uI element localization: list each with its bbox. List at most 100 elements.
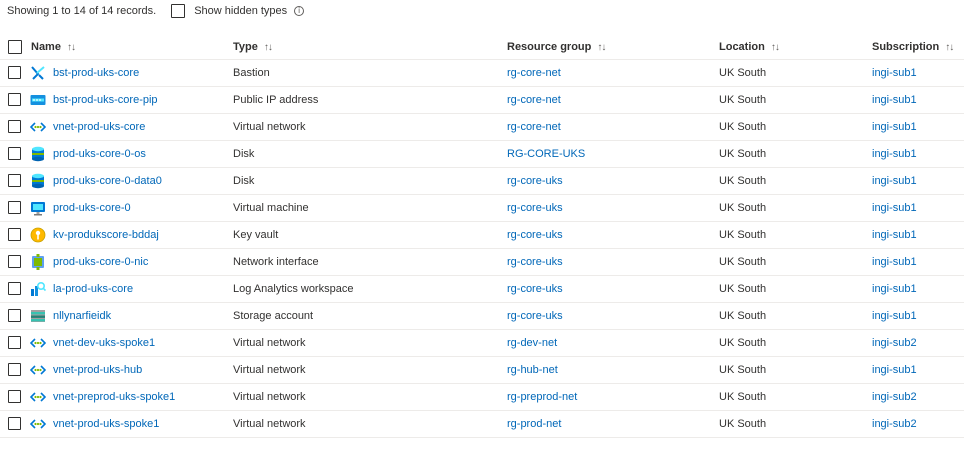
subscription-link[interactable]: ingi-sub2: [872, 330, 917, 356]
subscription-link[interactable]: ingi-sub1: [872, 60, 917, 86]
select-all-checkbox[interactable]: [8, 40, 22, 54]
row-checkbox[interactable]: [8, 228, 21, 241]
subscription-link[interactable]: ingi-sub2: [872, 384, 917, 410]
sort-icon[interactable]: ↑↓: [264, 42, 273, 53]
subscription-link[interactable]: ingi-sub1: [872, 357, 917, 383]
table-header: Name ↑↓ Type ↑↓ Resource group ↑↓ Locati…: [0, 35, 964, 60]
table-row[interactable]: vnet-prod-uks-hub Virtual network rg-hub-n…: [0, 357, 964, 384]
sort-icon[interactable]: ↑↓: [597, 42, 606, 53]
resource-name-link[interactable]: vnet-prod-uks-spoke1: [53, 411, 159, 437]
resource-name-link[interactable]: vnet-dev-uks-spoke1: [53, 330, 155, 356]
row-checkbox[interactable]: [8, 147, 21, 160]
vnet-icon: [29, 416, 47, 432]
row-checkbox[interactable]: [8, 390, 21, 403]
show-hidden-types-checkbox[interactable]: [171, 4, 186, 18]
resource-group-text: rg-core-uks: [507, 310, 563, 322]
table-row[interactable]: kv-produkscore-bddaj Key vault rg-core-uks…: [0, 222, 964, 249]
resource-name-link[interactable]: vnet-prod-uks-hub: [53, 357, 142, 383]
resource-group-link[interactable]: rg-preprod-net: [507, 384, 577, 410]
subscription-link[interactable]: ingi-sub1: [872, 195, 917, 221]
sort-icon[interactable]: ↑↓: [945, 42, 954, 53]
subscription-link[interactable]: ingi-sub1: [872, 222, 917, 248]
resource-name-link[interactable]: la-prod-uks-core: [53, 276, 133, 302]
table-row[interactable]: bst-prod-uks-core-pip Public IP address rg…: [0, 87, 964, 114]
resource-name-text: vnet-prod-uks-spoke1: [53, 418, 160, 430]
table-row[interactable]: bst-prod-uks-core Bastion rg-core-net UK So…: [0, 60, 964, 87]
resource-group-link[interactable]: rg-core-net: [507, 114, 561, 140]
row-checkbox[interactable]: [8, 174, 21, 187]
resource-group-link[interactable]: rg-core-net: [507, 60, 561, 86]
subscription-text: ingi-sub1: [872, 175, 917, 187]
table-row[interactable]: la-prod-uks-core Log Analytics workspace r…: [0, 276, 964, 303]
subscription-link[interactable]: ingi-sub1: [872, 114, 917, 140]
resource-name-link[interactable]: prod-uks-core-0-nic: [53, 249, 148, 275]
subscription-text: ingi-sub1: [872, 202, 917, 214]
resource-group-link[interactable]: rg-core-uks: [507, 249, 563, 275]
row-checkbox[interactable]: [8, 363, 21, 376]
resource-group-link[interactable]: RG-CORE-UKS: [507, 141, 585, 167]
subscription-link[interactable]: ingi-sub1: [872, 168, 917, 194]
info-icon[interactable]: i: [294, 6, 305, 16]
resource-name-link[interactable]: vnet-prod-uks-core: [53, 114, 145, 140]
row-checkbox[interactable]: [8, 93, 21, 106]
resource-name-text: prod-uks-core-0-nic: [53, 256, 149, 268]
table-row[interactable]: vnet-prod-uks-spoke1 Virtual network rg-pr…: [0, 411, 964, 438]
row-checkbox[interactable]: [8, 255, 21, 268]
subscription-link[interactable]: ingi-sub1: [872, 141, 917, 167]
table-row[interactable]: vnet-prod-uks-core Virtual network rg-core…: [0, 114, 964, 141]
resource-type: Disk: [233, 175, 255, 187]
resource-group-link[interactable]: rg-core-net: [507, 87, 561, 113]
row-checkbox[interactable]: [8, 282, 21, 295]
row-checkbox[interactable]: [8, 336, 21, 349]
table-row[interactable]: prod-uks-core-0-os Disk RG-CORE-UKS UK Sout…: [0, 141, 964, 168]
resource-group-link[interactable]: rg-core-uks: [507, 168, 563, 194]
resource-name-link[interactable]: prod-uks-core-0: [53, 195, 131, 221]
show-hidden-types-label[interactable]: Show hidden types: [194, 5, 287, 17]
resource-name-link[interactable]: bst-prod-uks-core-pip: [53, 87, 158, 113]
table-row[interactable]: vnet-dev-uks-spoke1 Virtual network rg-dev…: [0, 330, 964, 357]
column-header-subscription[interactable]: Subscription ↑↓: [872, 35, 954, 59]
resource-name-link[interactable]: bst-prod-uks-core: [53, 60, 139, 86]
resource-group-link[interactable]: rg-core-uks: [507, 195, 563, 221]
resource-group-link[interactable]: rg-core-uks: [507, 222, 563, 248]
resource-type: Virtual network: [233, 364, 306, 376]
subscription-link[interactable]: ingi-sub1: [872, 87, 917, 113]
row-checkbox[interactable]: [8, 417, 21, 430]
resource-group-link[interactable]: rg-core-uks: [507, 303, 563, 329]
resource-name-link[interactable]: kv-produkscore-bddaj: [53, 222, 159, 248]
sort-icon[interactable]: ↑↓: [67, 42, 76, 53]
column-header-resource-group[interactable]: Resource group ↑↓: [507, 35, 606, 59]
subscription-link[interactable]: ingi-sub1: [872, 249, 917, 275]
column-header-type[interactable]: Type ↑↓: [233, 35, 273, 59]
column-header-name[interactable]: Name ↑↓: [31, 35, 76, 59]
subscription-link[interactable]: ingi-sub2: [872, 411, 917, 437]
table-row[interactable]: vnet-preprod-uks-spoke1 Virtual network rg…: [0, 384, 964, 411]
resource-name-link[interactable]: nllynarfieidk: [53, 303, 111, 329]
resource-name-link[interactable]: vnet-preprod-uks-spoke1: [53, 384, 175, 410]
resource-group-link[interactable]: rg-prod-net: [507, 411, 561, 437]
subscription-link[interactable]: ingi-sub1: [872, 276, 917, 302]
column-header-location[interactable]: Location ↑↓: [719, 35, 780, 59]
column-header-resource-group-label: Resource group: [507, 41, 592, 53]
table-row[interactable]: prod-uks-core-0 Virtual machine rg-core-uk…: [0, 195, 964, 222]
resource-name-link[interactable]: prod-uks-core-0-data0: [53, 168, 162, 194]
subscription-link[interactable]: ingi-sub1: [872, 303, 917, 329]
row-checkbox[interactable]: [8, 66, 21, 79]
row-checkbox[interactable]: [8, 201, 21, 214]
subscription-text: ingi-sub1: [872, 121, 917, 133]
location: UK South: [719, 175, 767, 187]
resource-group-link[interactable]: rg-core-uks: [507, 276, 563, 302]
resource-name-link[interactable]: prod-uks-core-0-os: [53, 141, 146, 167]
resource-group-link[interactable]: rg-hub-net: [507, 357, 558, 383]
table-row[interactable]: prod-uks-core-0-data0 Disk rg-core-uks UK S…: [0, 168, 964, 195]
resource-group-link[interactable]: rg-dev-net: [507, 330, 557, 356]
resource-group-text: rg-core-net: [507, 67, 561, 79]
table-row[interactable]: nllynarfieidk Storage account rg-core-uks U…: [0, 303, 964, 330]
table-row[interactable]: prod-uks-core-0-nic Network interface rg-c…: [0, 249, 964, 276]
resource-type: Virtual network: [233, 391, 306, 403]
subscription-text: ingi-sub1: [872, 67, 917, 79]
sort-icon[interactable]: ↑↓: [771, 42, 780, 53]
row-checkbox[interactable]: [8, 120, 21, 133]
row-checkbox[interactable]: [8, 309, 21, 322]
resource-name-text: vnet-dev-uks-spoke1: [53, 337, 156, 349]
